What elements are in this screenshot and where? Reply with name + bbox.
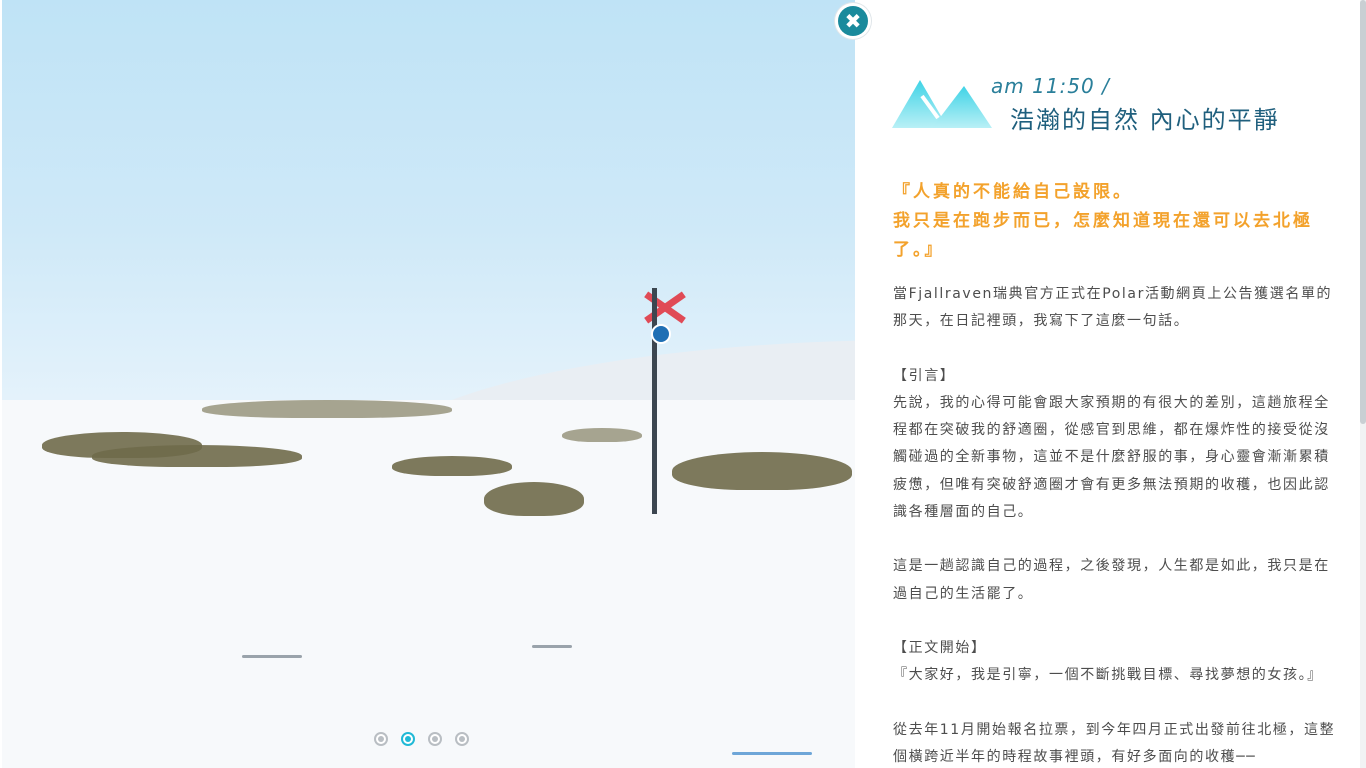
paragraph: 這是一趟認識自己的過程，之後發現，人生都是如此，我只是在過自己的生活罷了。 [893, 558, 1330, 602]
close-button[interactable]: ✖ [835, 3, 871, 39]
article-panel: am 11:50 / 浩瀚的自然 內心的平靜 『人真的不能給自己設限。 我只是在… [855, 0, 1360, 768]
scrollbar-thumb[interactable] [1360, 0, 1366, 424]
pull-quote: 『人真的不能給自己設限。 我只是在跑步而已，怎麼知道現在還可以去北極了。』 [893, 178, 1333, 265]
paragraph: 從去年11月開始報名拉票，到今年四月正式出發前往北極，這整個橫跨近半年的時程故事… [893, 721, 1336, 765]
pager-dot[interactable] [428, 732, 442, 746]
rock [672, 452, 852, 490]
trail-post [652, 288, 657, 514]
pull-quote-line: 『人真的不能給自己設限。 [893, 182, 1133, 202]
rock [392, 456, 512, 476]
snowmobile-sign-icon [651, 324, 671, 344]
pager-dot[interactable] [374, 732, 388, 746]
mountain-icon [892, 80, 992, 128]
trail-marker-x [642, 290, 688, 324]
pager-dot[interactable] [455, 732, 469, 746]
pull-quote-line: 我只是在跑步而已，怎麼知道現在還可以去北極了。』 [893, 211, 1313, 260]
paragraph: 『大家好，我是引寧，一個不斷挑戰目標、尋找夢想的女孩。』 [893, 667, 1323, 684]
rock [484, 482, 584, 516]
post-time: am 11:50 / [991, 74, 1110, 98]
section-heading: 【正文開始】 [893, 639, 987, 656]
snow-track [242, 655, 302, 658]
hero-photo [2, 0, 855, 768]
section-heading: 【引言】 [893, 367, 956, 384]
rock [202, 400, 452, 418]
snow-track [732, 752, 812, 755]
page-title: 浩瀚的自然 內心的平靜 [1010, 106, 1280, 134]
snow-track [532, 645, 572, 648]
slide-pager [374, 732, 469, 746]
paragraph: 當Fjallraven瑞典官方正式在Polar活動網頁上公告獲選名單的那天，在日… [893, 286, 1333, 330]
pager-dot-active[interactable] [401, 732, 415, 746]
rock [562, 428, 642, 442]
rock [92, 445, 302, 467]
article-body: 當Fjallraven瑞典官方正式在Polar活動網頁上公告獲選名單的那天，在日… [893, 281, 1341, 768]
close-icon: ✖ [838, 6, 868, 36]
paragraph: 先說，我的心得可能會跟大家預期的有很大的差別，這趟旅程全程都在突破我的舒適圈，從… [893, 394, 1330, 521]
